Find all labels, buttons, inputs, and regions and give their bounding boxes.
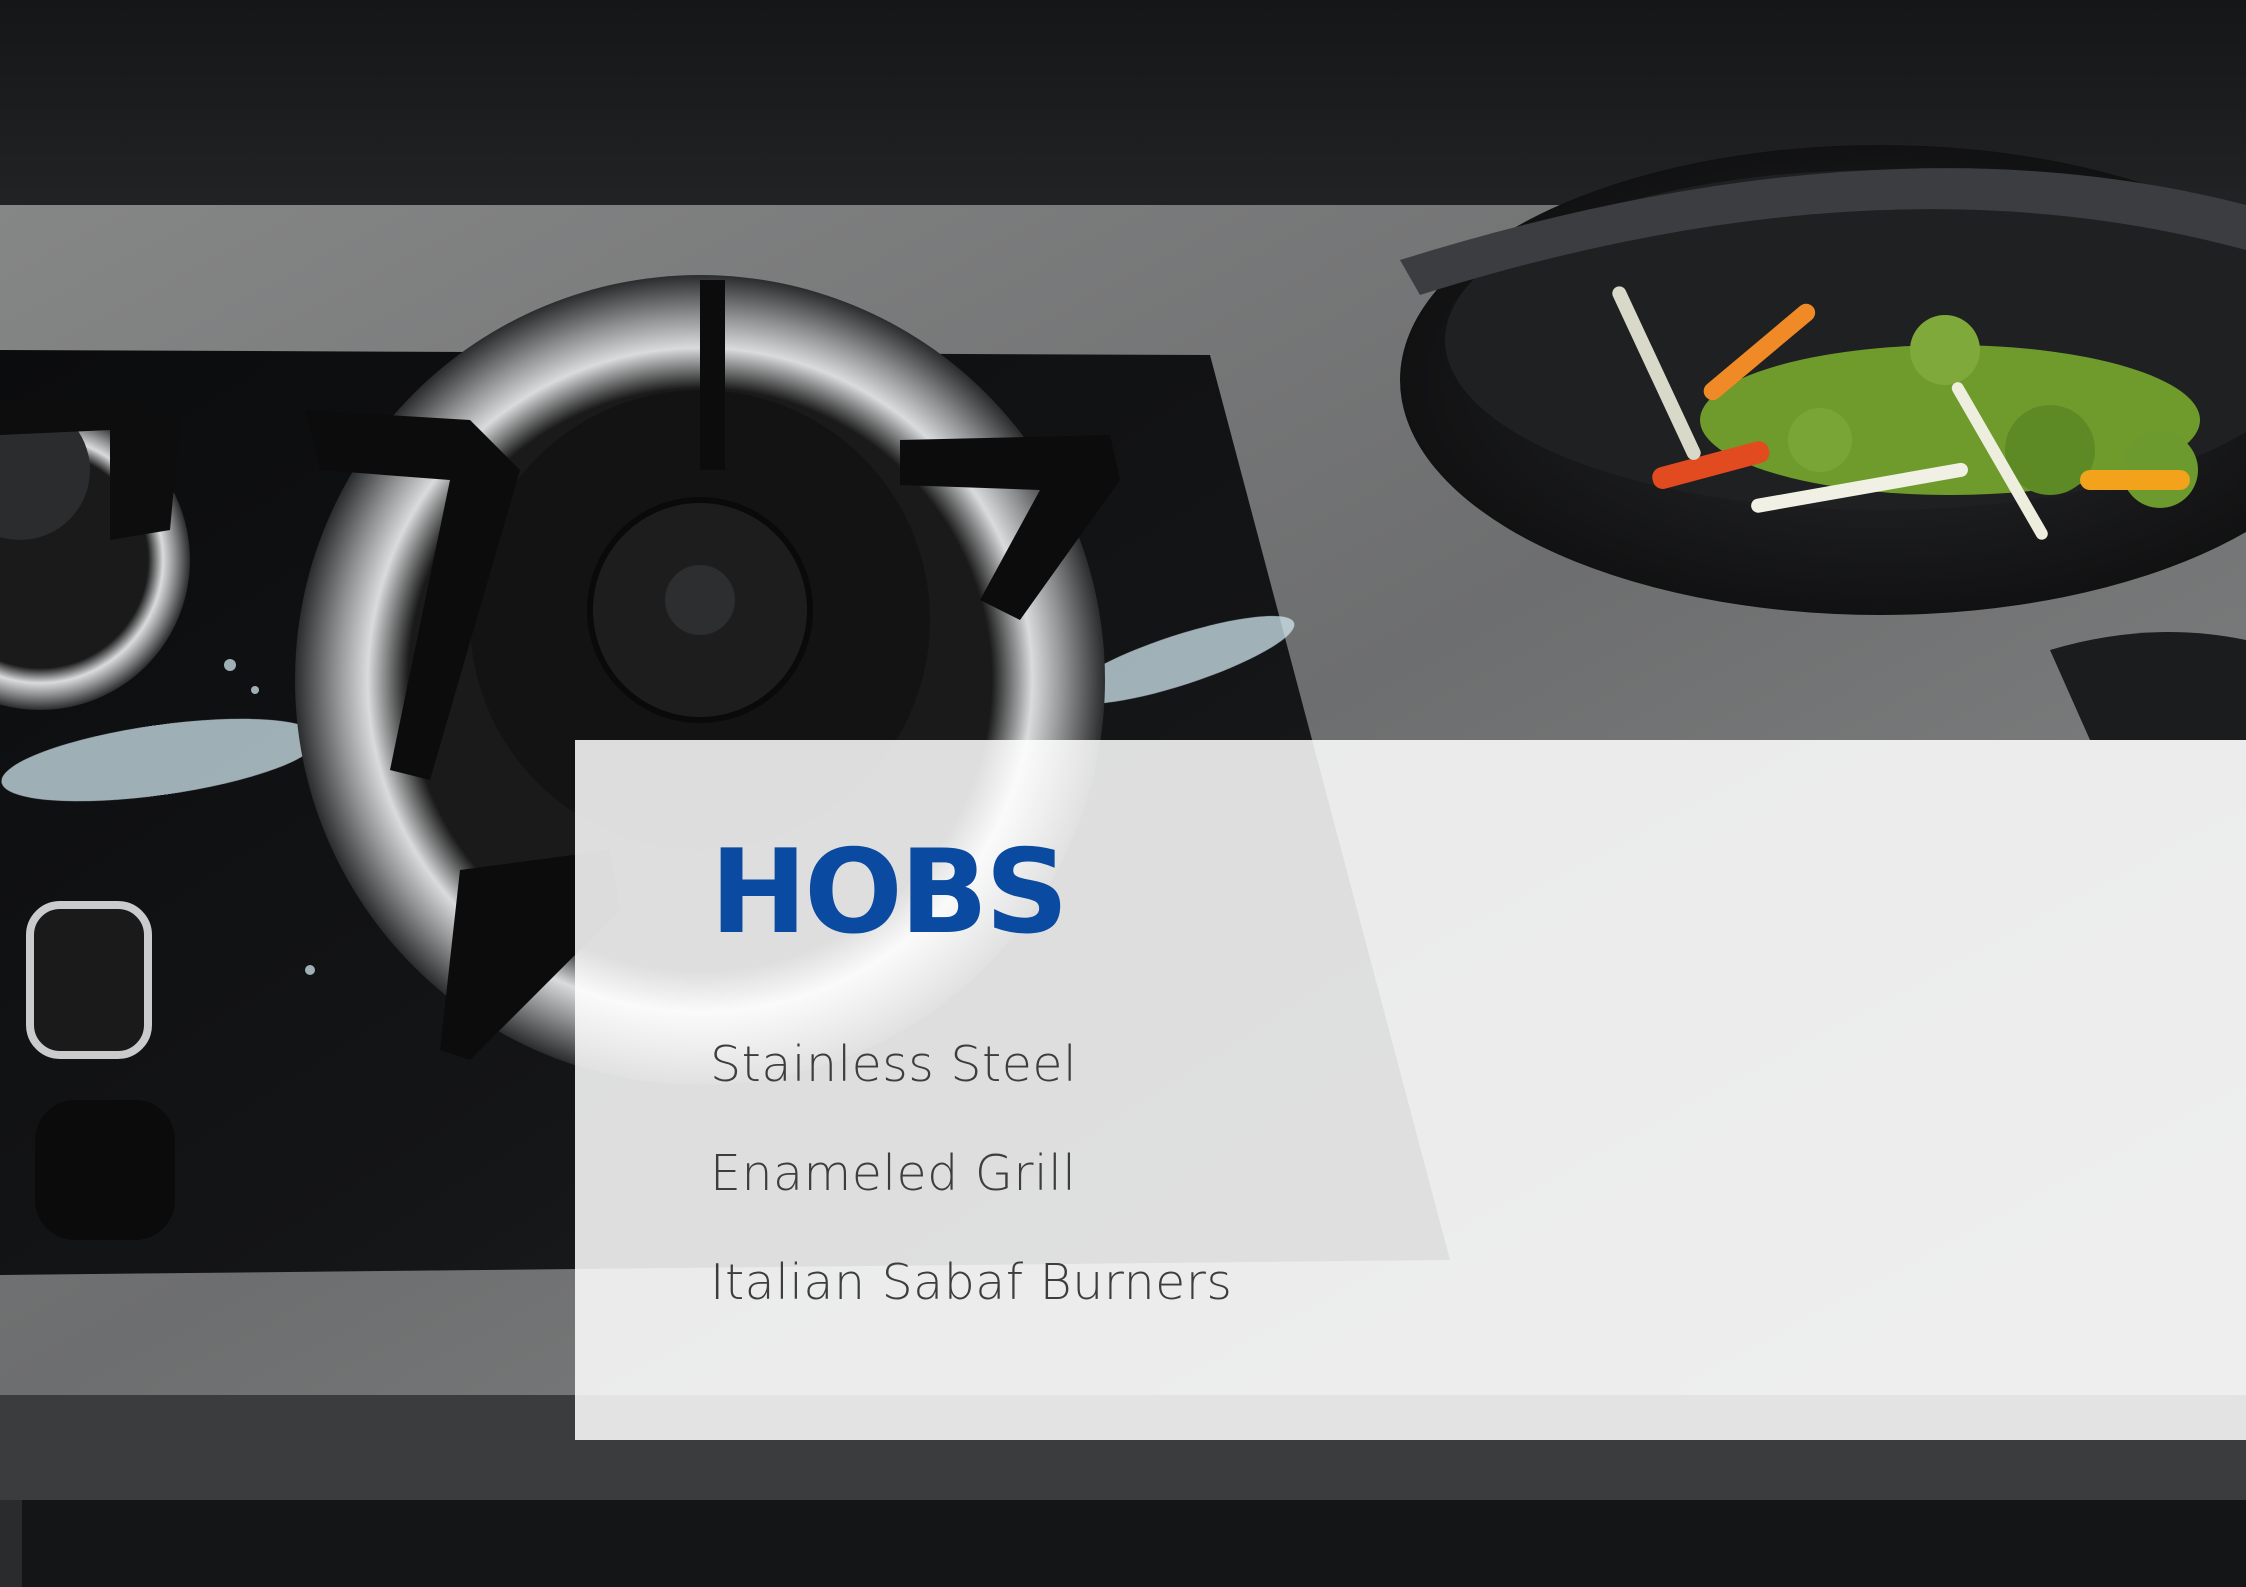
cabinet — [0, 1500, 2246, 1587]
feature-item: Stainless Steel — [710, 1036, 1078, 1093]
product-category-title: HOBS — [710, 825, 1069, 960]
feature-item: Enameled Grill — [710, 1145, 1077, 1202]
feature-list: Stainless Steel Enameled Grill Italian S… — [710, 1040, 1232, 1367]
feature-item: Italian Sabaf Burners — [710, 1254, 1233, 1311]
product-info-panel: HOBS Stainless Steel Enameled Grill Ital… — [575, 740, 2246, 1440]
control-knob — [26, 901, 152, 1059]
hobs-brochure-page: HOBS Stainless Steel Enameled Grill Ital… — [0, 0, 2246, 1587]
cabinet-gap — [0, 1500, 22, 1587]
knob-base — [35, 1100, 175, 1240]
main-burner-center — [665, 565, 735, 635]
